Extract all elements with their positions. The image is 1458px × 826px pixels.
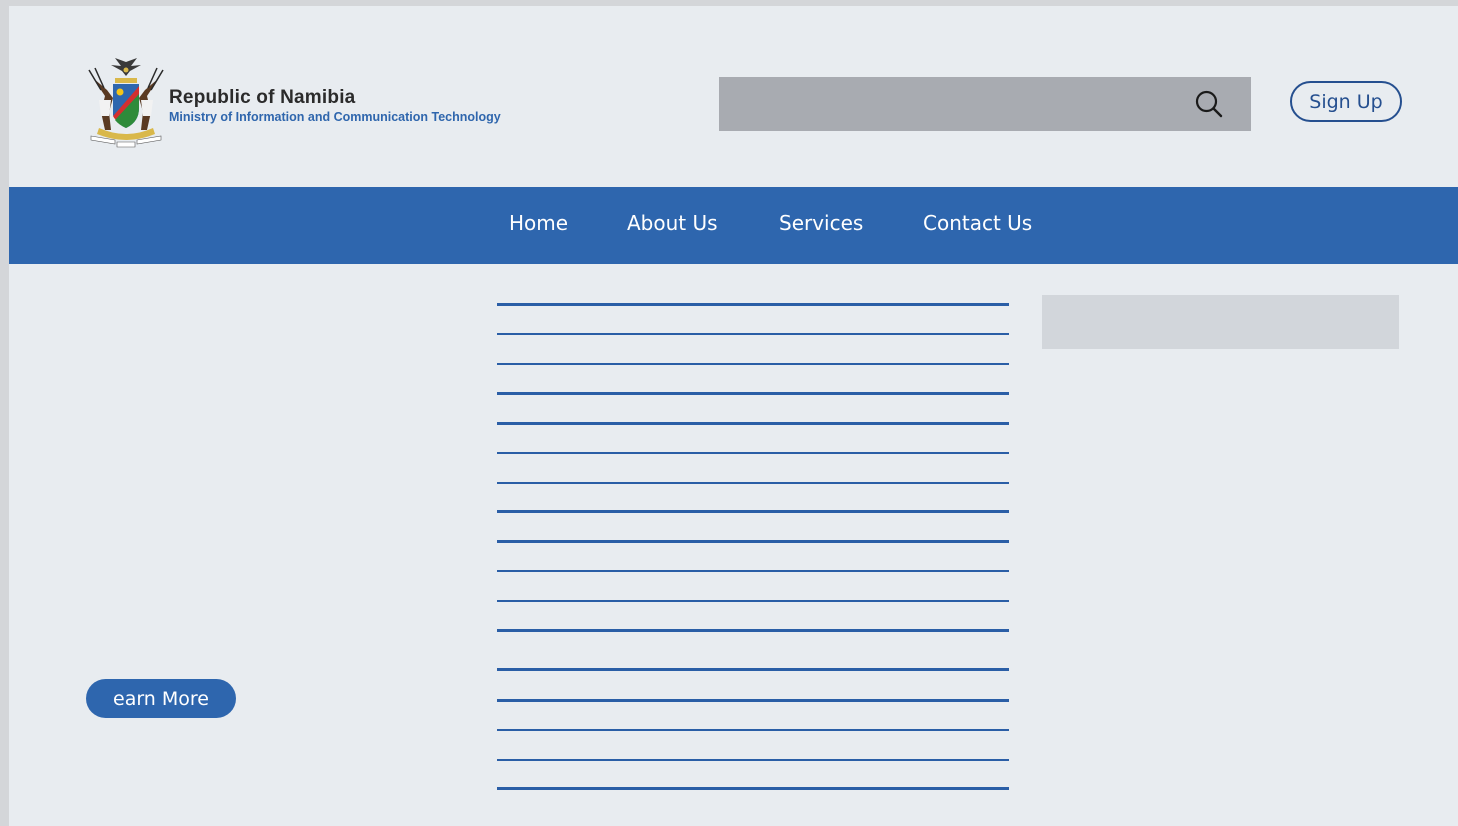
text-line <box>497 303 1009 306</box>
text-line <box>497 422 1009 425</box>
text-line <box>497 392 1009 395</box>
main-nav: Home About Us Services Contact Us <box>9 187 1458 264</box>
text-line <box>497 787 1009 790</box>
sign-up-button[interactable]: Sign Up <box>1290 81 1402 122</box>
search-bar <box>719 77 1251 131</box>
site-subtitle: Ministry of Information and Communicatio… <box>169 109 501 124</box>
search-input[interactable] <box>719 77 1251 131</box>
text-line <box>497 699 1009 702</box>
text-line <box>497 668 1009 671</box>
text-line <box>497 570 1009 572</box>
sidebar-placeholder-box <box>1042 295 1399 349</box>
learn-more-button[interactable]: earn More <box>86 679 236 718</box>
nav-item-services[interactable]: Services <box>779 211 863 235</box>
text-line <box>497 363 1009 365</box>
nav-item-home[interactable]: Home <box>509 211 568 235</box>
text-line <box>497 759 1009 761</box>
namibia-coat-of-arms-icon <box>88 58 164 148</box>
text-line <box>497 510 1009 513</box>
page-frame: Republic of Namibia Ministry of Informat… <box>9 6 1458 826</box>
text-line <box>497 452 1009 454</box>
search-icon[interactable] <box>1195 90 1223 118</box>
text-line <box>497 482 1009 484</box>
text-line <box>497 600 1009 602</box>
site-brand[interactable]: Republic of Namibia Ministry of Informat… <box>85 56 501 148</box>
nav-item-contact-us[interactable]: Contact Us <box>923 211 1032 235</box>
site-title: Republic of Namibia <box>169 86 356 108</box>
text-line <box>497 729 1009 731</box>
text-line <box>497 629 1009 632</box>
nav-item-about-us[interactable]: About Us <box>627 211 718 235</box>
text-line <box>497 540 1009 543</box>
text-line <box>497 333 1009 335</box>
brand-text: Republic of Namibia Ministry of Informat… <box>169 86 501 125</box>
